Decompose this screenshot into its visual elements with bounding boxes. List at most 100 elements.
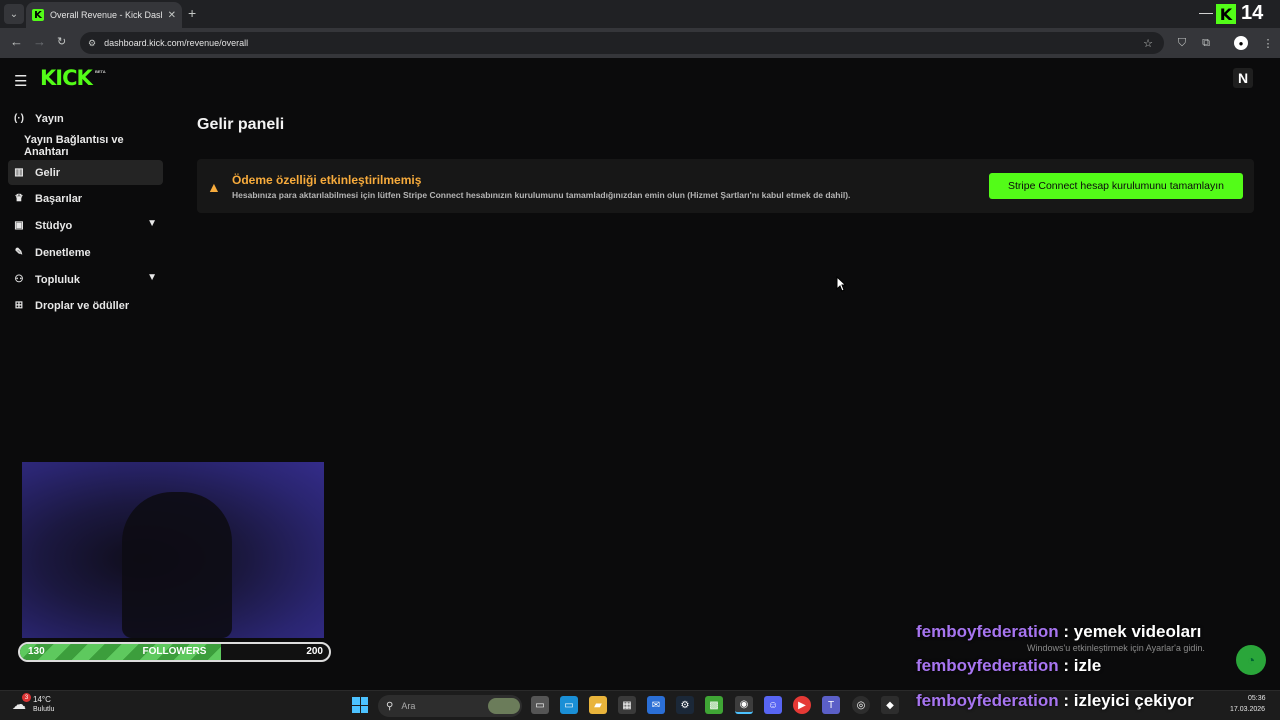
- chat-text: izleyici çekiyor: [1073, 691, 1194, 710]
- beta-badge: BETA: [95, 69, 106, 74]
- kick-overlay-logo: K: [1216, 4, 1236, 24]
- broadcast-icon: (·): [14, 113, 24, 124]
- page-title: Gelir paneli: [197, 116, 285, 133]
- search-icon: ⚲: [386, 700, 394, 712]
- bookmark-star-icon[interactable]: ☆: [1141, 36, 1155, 50]
- alert-description: Hesabınıza para aktarılabilmesi için lüt…: [232, 190, 851, 200]
- user-avatar-button[interactable]: N: [1233, 68, 1253, 88]
- profile-avatar-icon[interactable]: ●: [1234, 36, 1248, 50]
- store-icon[interactable]: ▦: [618, 696, 636, 714]
- sidebar-item-moderation[interactable]: ✎ Denetleme: [8, 240, 163, 265]
- extensions-puzzle-icon[interactable]: ⧉: [1199, 36, 1213, 50]
- wrench-icon: ✎: [14, 247, 24, 258]
- chat-message: femboyfederation : izle: [916, 656, 1101, 676]
- chevron-down-icon[interactable]: ▼: [147, 272, 157, 283]
- start-button[interactable]: [352, 697, 368, 713]
- tab-list-chevron-icon[interactable]: ⌄: [4, 4, 24, 24]
- alert-title: Ödeme özelliği etkinleştirilmemiş: [232, 173, 422, 187]
- search-placeholder: Ara: [401, 701, 416, 711]
- vscode-icon[interactable]: ◆: [881, 696, 899, 714]
- browser-tab-bar: ⌄ K Overall Revenue - Kick Dashboard ✕ +…: [0, 0, 1280, 28]
- sidebar-item-label: Yayın Bağlantısı ve Anahtarı: [24, 133, 124, 158]
- chat-username: femboyfederation: [916, 656, 1059, 675]
- viewer-count: 14: [1241, 2, 1264, 24]
- chat-message: femboyfederation : yemek videoları: [916, 622, 1201, 642]
- weather-badge: 3: [22, 693, 31, 702]
- chrome-icon[interactable]: ◉: [735, 696, 753, 714]
- followers-goal: 200: [306, 646, 323, 657]
- kick-logo[interactable]: KICK: [40, 66, 93, 90]
- minecraft-icon[interactable]: ▩: [705, 696, 723, 714]
- followers-label: FOLLOWERS: [142, 646, 207, 657]
- reload-icon[interactable]: ↻: [57, 35, 66, 48]
- activate-windows-watermark: Windows'u etkinleştirmek için Ayarlar'a …: [1027, 643, 1205, 653]
- community-icon: ⚇: [14, 274, 24, 285]
- forward-icon[interactable]: →: [33, 34, 46, 49]
- followers-current: 130: [28, 646, 45, 657]
- chat-separator: :: [1063, 656, 1070, 675]
- teams-icon[interactable]: T: [822, 696, 840, 714]
- chat-separator: :: [1063, 622, 1070, 641]
- chat-username: femboyfederation: [916, 622, 1059, 641]
- sidebar-item-label: Başarılar: [35, 192, 83, 205]
- sidebar-item-broadcast[interactable]: (·) Yayın: [8, 106, 163, 131]
- sidebar-item-stream-key[interactable]: Yayın Bağlantısı ve Anahtarı: [8, 133, 163, 158]
- discord-icon[interactable]: ☺: [764, 696, 782, 714]
- tab-close-icon[interactable]: ✕: [168, 10, 176, 21]
- chevron-down-icon[interactable]: ▼: [147, 218, 157, 229]
- chat-message: femboyfederation : izleyici çekiyor: [916, 691, 1194, 711]
- sidebar-item-label: Stüdyo: [35, 219, 73, 232]
- url-text[interactable]: dashboard.kick.com/revenue/overall: [104, 38, 248, 48]
- address-bar[interactable]: ⚙ dashboard.kick.com/revenue/overall: [80, 32, 1164, 54]
- sidebar-item-label: Gelir: [35, 166, 61, 179]
- obs-icon[interactable]: ◎: [852, 696, 870, 714]
- clock-date[interactable]: 17.03.2026: [1230, 706, 1265, 713]
- youtube-music-icon[interactable]: ▶: [793, 696, 811, 714]
- site-info-icon[interactable]: ⚙: [88, 38, 96, 49]
- recording-indicator-icon: ◔: [1236, 645, 1266, 675]
- tab-title: Overall Revenue - Kick Dashboard: [49, 10, 162, 20]
- warning-icon: ▲: [207, 179, 221, 195]
- weather-temperature[interactable]: 14°C: [33, 695, 51, 704]
- sidebar-item-label: Topluluk: [35, 273, 81, 286]
- payment-alert: ▲ Ödeme özelliği etkinleştirilmemiş Hesa…: [197, 159, 1254, 213]
- weather-description[interactable]: Bulutlu: [33, 706, 54, 713]
- search-highlight-image: [488, 698, 520, 714]
- clock-time[interactable]: 05:36: [1248, 695, 1266, 702]
- browser-menu-icon[interactable]: ⋮: [1261, 36, 1275, 50]
- new-tab-button[interactable]: +: [188, 5, 196, 21]
- sidebar-item-drops[interactable]: ⊞ Droplar ve ödüller: [8, 293, 163, 318]
- trophy-icon: ♛: [14, 193, 24, 204]
- steam-icon[interactable]: ⚙: [676, 696, 694, 714]
- sidebar-item-label: Denetleme: [35, 246, 91, 259]
- mail-icon[interactable]: ✉: [647, 696, 665, 714]
- taskbar-search[interactable]: ⚲ Ara: [378, 695, 522, 717]
- browser-tab[interactable]: K Overall Revenue - Kick Dashboard ✕: [26, 2, 182, 28]
- browser-toolbar: ← → ↻ ⚙ dashboard.kick.com/revenue/overa…: [0, 28, 1280, 58]
- sidebar-item-achievements[interactable]: ♛ Başarılar: [8, 186, 163, 211]
- chat-separator: :: [1063, 691, 1070, 710]
- studio-icon: ▣: [14, 220, 24, 231]
- shield-extension-icon[interactable]: ⛉: [1175, 36, 1189, 50]
- chat-text: izle: [1073, 656, 1102, 675]
- revenue-icon: ▥: [14, 167, 24, 178]
- sidebar-item-label: Droplar ve ödüller: [35, 299, 130, 312]
- mouse-cursor-icon: [836, 276, 846, 292]
- sidebar-item-revenue[interactable]: ▥ Gelir: [8, 160, 163, 185]
- follower-goal-bar: FOLLOWERS 130 200: [18, 642, 331, 662]
- minimize-button[interactable]: —: [1199, 4, 1213, 20]
- chat-text: yemek videoları: [1073, 622, 1202, 641]
- hamburger-menu-icon[interactable]: ☰: [14, 72, 27, 90]
- chat-username: femboyfederation: [916, 691, 1059, 710]
- task-view-icon[interactable]: ▭: [531, 696, 549, 714]
- kick-favicon-icon: K: [32, 9, 44, 21]
- sidebar-item-community[interactable]: ⚇ Topluluk ▼: [8, 267, 163, 292]
- file-explorer-icon[interactable]: ▰: [589, 696, 607, 714]
- back-icon[interactable]: ←: [10, 34, 23, 49]
- stripe-connect-button[interactable]: Stripe Connect hesap kurulumunu tamamlay…: [989, 173, 1243, 199]
- sidebar-item-label: Yayın: [35, 112, 64, 125]
- webcam-overlay: [22, 462, 324, 638]
- sidebar-item-studio[interactable]: ▣ Stüdyo ▼: [8, 213, 163, 238]
- desktop-app-icon[interactable]: ▭: [560, 696, 578, 714]
- streamer-silhouette: [122, 492, 232, 638]
